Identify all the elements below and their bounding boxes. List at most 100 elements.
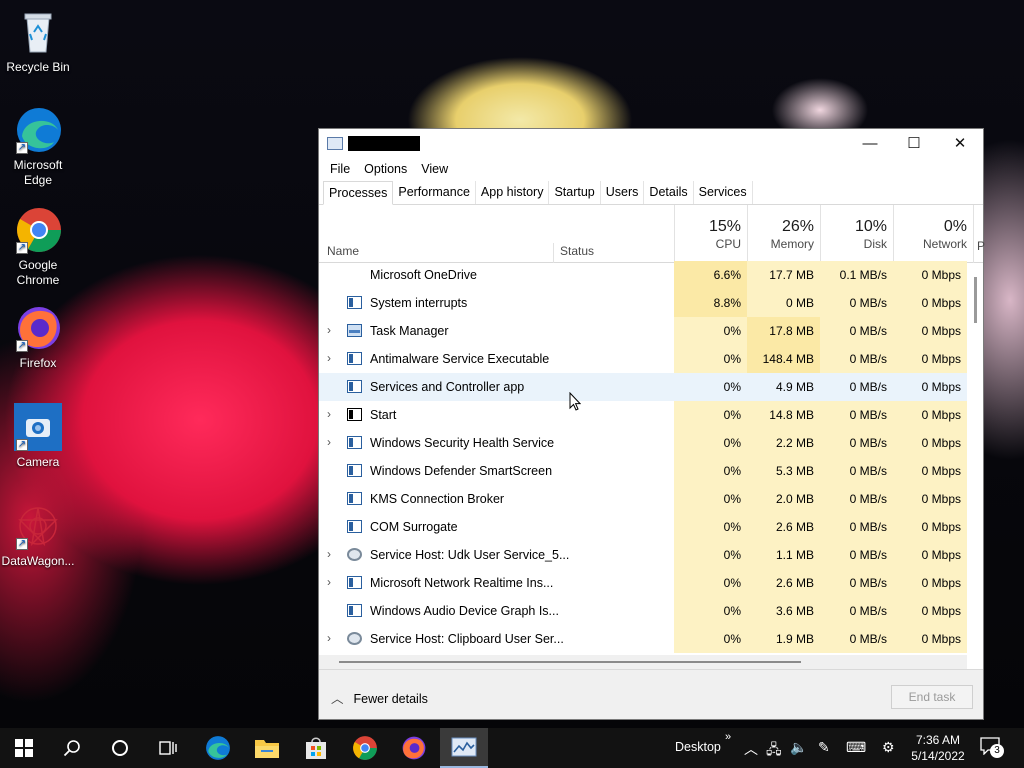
process-row-hovered[interactable]: Services and Controller app 0% 4.9 MB 0 … [319, 373, 967, 401]
process-row[interactable]: › Windows Security Health Service 0% 2.2… [319, 429, 967, 457]
task-view-button[interactable] [144, 728, 192, 768]
process-name: Microsoft Network Realtime Ins... [370, 576, 554, 590]
clock[interactable]: 7:36 AM 5/14/2022 [905, 732, 971, 764]
process-name: KMS Connection Broker [370, 492, 505, 506]
fewer-details-button[interactable]: ︿ Fewer details [331, 688, 428, 707]
taskbar-chrome[interactable] [341, 728, 389, 768]
start-icon [347, 408, 362, 421]
tab-performance[interactable]: Performance [393, 181, 476, 204]
show-hidden-icons-chevron-icon[interactable]: ︿ [744, 739, 758, 759]
clock-date: 5/14/2022 [911, 749, 965, 763]
desktop-icon-datawagon[interactable]: ↗ DataWagon... [0, 502, 76, 569]
desktop-icon-camera[interactable]: ↗ Camera [0, 403, 76, 470]
process-row[interactable]: › Service Host: Udk User Service_5... 0%… [319, 541, 967, 569]
title-bar[interactable]: — ☐ ✕ [319, 129, 983, 159]
desktop-icon-chrome[interactable]: ↗ Google Chrome [0, 206, 76, 288]
menu-options[interactable]: Options [357, 159, 414, 181]
process-network: 0 Mbps [893, 261, 967, 289]
process-name: Windows Security Health Service [370, 436, 555, 450]
process-row[interactable]: System interrupts 8.8% 0 MB 0 MB/s 0 Mbp… [319, 289, 967, 317]
horizontal-scroll-thumb[interactable] [339, 661, 801, 663]
column-network-header[interactable]: 0% Network [893, 205, 973, 263]
process-cpu: 0% [674, 457, 747, 485]
touch-keyboard-icon[interactable]: ⌨ [846, 739, 866, 756]
expand-chevron-icon[interactable]: › [327, 323, 331, 337]
horizontal-scrollbar[interactable] [319, 655, 967, 669]
taskbar-firefox[interactable] [390, 728, 438, 768]
desktop-icon-recycle-bin[interactable]: Recycle Bin [0, 8, 76, 75]
maximize-button[interactable]: ☐ [891, 129, 937, 159]
tab-processes[interactable]: Processes [323, 181, 394, 205]
taskbar-task-manager[interactable] [440, 728, 488, 768]
shortcut-arrow-icon: ↗ [16, 242, 28, 254]
toolbar-overflow-icon[interactable]: » [725, 731, 731, 743]
network-icon[interactable]: 🖧 [766, 739, 782, 763]
expand-chevron-icon[interactable]: › [327, 631, 331, 645]
process-row[interactable]: Windows Defender SmartScreen 0% 5.3 MB 0… [319, 457, 967, 485]
desktop-toolbar-label[interactable]: Desktop [675, 740, 721, 754]
clock-time: 7:36 AM [915, 733, 961, 747]
process-disk: 0 MB/s [820, 317, 893, 345]
tab-services[interactable]: Services [694, 181, 753, 204]
chrome-icon [353, 736, 377, 760]
process-row[interactable]: Windows Audio Device Graph Is... 0% 3.6 … [319, 597, 967, 625]
expand-chevron-icon[interactable]: › [327, 547, 331, 561]
menu-file[interactable]: File [323, 159, 357, 181]
vertical-scroll-thumb[interactable] [974, 277, 977, 323]
expand-chevron-icon[interactable]: › [327, 407, 331, 421]
process-name: Antimalware Service Executable [370, 352, 550, 366]
cpu-total: 15% [708, 218, 741, 235]
column-status-header[interactable]: Status [560, 244, 594, 258]
tab-app-history[interactable]: App history [476, 181, 550, 204]
close-button[interactable]: ✕ [937, 129, 983, 159]
desktop-icon-label: Google Chrome [16, 258, 60, 287]
process-row[interactable]: › Service Host: Clipboard User Ser... 0%… [319, 625, 967, 653]
disk-label: Disk [863, 237, 887, 251]
menu-view[interactable]: View [414, 159, 455, 181]
tab-details[interactable]: Details [644, 181, 694, 204]
desktop-icon-edge[interactable]: ↗ Microsoft Edge [0, 106, 76, 188]
process-memory: 17.7 MB [747, 261, 820, 289]
search-button[interactable] [48, 728, 96, 768]
notification-count-badge: 3 [990, 744, 1004, 758]
desktop-icon-firefox[interactable]: ↗ Firefox [0, 304, 76, 371]
tab-startup[interactable]: Startup [549, 181, 601, 204]
expand-chevron-icon[interactable]: › [327, 575, 331, 589]
vertical-scrollbar[interactable] [969, 261, 983, 653]
settings-gear-icon[interactable]: ⚙ [882, 739, 895, 756]
column-disk-header[interactable]: 10% Disk [820, 205, 893, 263]
column-power-header-partial[interactable]: P [973, 205, 985, 263]
pen-workspace-icon[interactable]: ✎ [818, 739, 830, 756]
column-memory-header[interactable]: 26% Memory [747, 205, 820, 263]
cortana-button[interactable] [96, 728, 144, 768]
expand-chevron-icon[interactable]: › [327, 351, 331, 365]
process-disk: 0 MB/s [820, 373, 893, 401]
start-button[interactable] [0, 728, 48, 768]
folder-icon [255, 740, 279, 758]
end-task-button[interactable]: End task [891, 685, 973, 709]
process-row[interactable]: KMS Connection Broker 0% 2.0 MB 0 MB/s 0… [319, 485, 967, 513]
task-manager-icon [327, 137, 343, 150]
column-cpu-header[interactable]: 15% CPU [674, 205, 747, 263]
process-row[interactable]: › Task Manager 0% 17.8 MB 0 MB/s 0 Mbps [319, 317, 967, 345]
process-disk: 0 MB/s [820, 541, 893, 569]
process-cpu: 0% [674, 345, 747, 373]
process-row[interactable]: › Antimalware Service Executable 0% 148.… [319, 345, 967, 373]
minimize-button[interactable]: — [847, 129, 893, 159]
tab-users[interactable]: Users [601, 181, 645, 204]
taskbar-file-explorer[interactable] [243, 728, 291, 768]
column-name-header[interactable]: Name [327, 244, 359, 258]
process-disk: 0 MB/s [820, 485, 893, 513]
taskbar-edge[interactable] [194, 728, 242, 768]
process-row[interactable]: Microsoft OneDrive 6.6% 17.7 MB 0.1 MB/s… [319, 261, 967, 289]
volume-icon[interactable]: 🔈 [790, 739, 807, 756]
taskbar-store[interactable] [292, 728, 340, 768]
process-cpu: 0% [674, 513, 747, 541]
process-row[interactable]: › Start 0% 14.8 MB 0 MB/s 0 Mbps [319, 401, 967, 429]
expand-chevron-icon[interactable]: › [327, 435, 331, 449]
window-footer: ︿ Fewer details End task [319, 669, 983, 719]
column-divider[interactable] [553, 243, 554, 263]
process-row[interactable]: › Microsoft Network Realtime Ins... 0% 2… [319, 569, 967, 597]
process-row[interactable]: COM Surrogate 0% 2.6 MB 0 MB/s 0 Mbps [319, 513, 967, 541]
action-center-button[interactable]: 3 [980, 737, 1010, 759]
